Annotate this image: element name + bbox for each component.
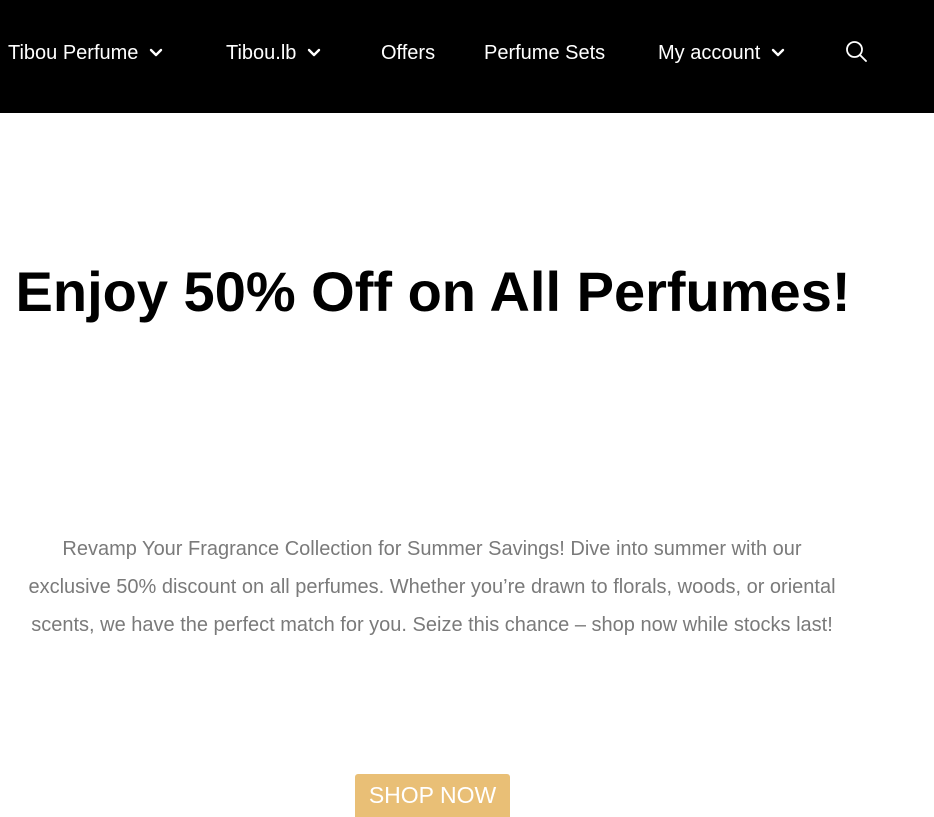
nav-item-label: Tibou Perfume <box>8 41 139 64</box>
chevron-down-icon <box>306 45 322 61</box>
nav-item-my-account[interactable]: My account <box>658 38 786 68</box>
hero-title: Enjoy 50% Off on All Perfumes! <box>15 260 851 323</box>
nav-item-tibou-perfume[interactable]: Tibou Perfume <box>8 38 164 68</box>
chevron-down-icon <box>148 45 164 61</box>
nav-item-offers[interactable]: Offers <box>381 38 435 68</box>
nav-item-label: Tibou.lb <box>226 41 297 64</box>
chevron-down-icon <box>770 45 786 61</box>
shop-now-button[interactable]: SHOP NOW <box>355 774 510 817</box>
nav-item-label: Perfume Sets <box>484 41 606 64</box>
top-navigation-bar: Tibou Perfume Tibou.lb Offers Perfume Se… <box>0 0 934 113</box>
search-icon[interactable] <box>843 38 871 66</box>
nav-item-label: My account <box>658 41 761 64</box>
nav-item-label: Offers <box>381 41 436 64</box>
hero-description: Revamp Your Fragrance Collection for Sum… <box>28 538 836 636</box>
nav-item-perfume-sets[interactable]: Perfume Sets <box>484 38 605 68</box>
nav-item-tibou-lb[interactable]: Tibou.lb <box>226 38 322 68</box>
